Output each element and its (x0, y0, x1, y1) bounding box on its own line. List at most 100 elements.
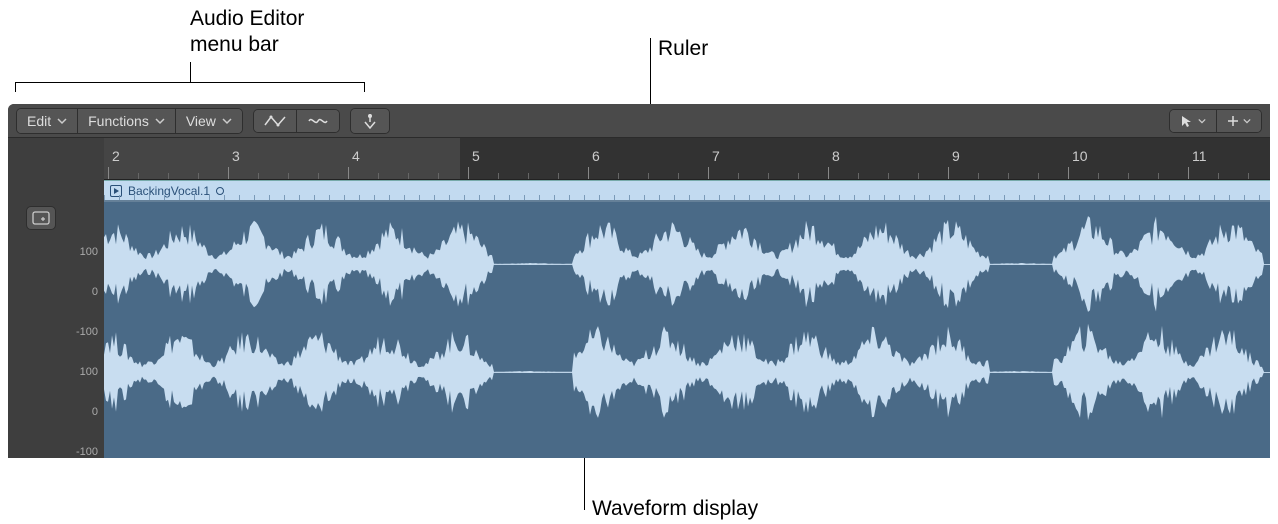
waveform-ch1 (104, 208, 1264, 320)
ruler-tick-minor (1158, 173, 1159, 179)
ruler-bar-label: 3 (232, 148, 240, 164)
pointer-tool-icon (1180, 114, 1194, 128)
chevron-down-icon (155, 116, 165, 126)
ruler-tick-minor (138, 173, 139, 179)
ruler-bar-label: 9 (952, 148, 960, 164)
ruler-bar-label: 11 (1192, 148, 1207, 164)
ruler-tick-minor (438, 173, 439, 179)
ruler-tick-minor (1218, 173, 1219, 179)
ruler-tick-minor (888, 173, 889, 179)
ruler-tick-major (228, 167, 229, 179)
ruler-bar-label: 10 (1072, 148, 1088, 164)
menu-edit-label: Edit (27, 113, 51, 129)
amplitude-scale: 100 0 -100 100 0 -100 (58, 246, 98, 458)
callout-waveform: Waveform display (592, 496, 758, 522)
waveform-display[interactable] (104, 200, 1270, 458)
ruler-tick-major (348, 167, 349, 179)
amp-label: 0 (58, 286, 98, 298)
secondary-tool[interactable] (1217, 110, 1261, 132)
amp-label: -100 (58, 326, 98, 338)
amp-label: 100 (58, 246, 98, 258)
ruler-bar-label: 4 (352, 148, 360, 164)
ruler-tick-major (708, 167, 709, 179)
callout-ruler: Ruler (658, 36, 708, 62)
ruler-tick-minor (618, 173, 619, 179)
amp-label: -100 (58, 446, 98, 458)
catch-playhead-button[interactable] (351, 109, 389, 133)
catch-playhead-icon (361, 113, 379, 129)
ruler-tick-major (468, 167, 469, 179)
ruler-tick-minor (678, 173, 679, 179)
ruler-tick-major (1068, 167, 1069, 179)
chevron-down-icon (222, 116, 232, 126)
ruler-tick-minor (378, 173, 379, 179)
ruler-tick-minor (1008, 173, 1009, 179)
ruler-tick-major (828, 167, 829, 179)
menu-view[interactable]: View (176, 109, 242, 133)
automation-button[interactable] (254, 110, 297, 132)
automation-curve-icon (264, 114, 286, 128)
ruler-bar-label: 6 (592, 148, 600, 164)
menu-group-main: Edit Functions View (16, 108, 243, 134)
flex-button[interactable] (297, 110, 339, 132)
ruler-tick-minor (558, 173, 559, 179)
menu-view-label: View (186, 113, 216, 129)
ruler-tick-minor (1128, 173, 1129, 179)
amp-label: 0 (58, 406, 98, 418)
ruler-tick-major (948, 167, 949, 179)
ruler-tick-major (588, 167, 589, 179)
audio-editor-menubar: Edit Functions View (8, 104, 1270, 138)
ruler-tick-major (1188, 167, 1189, 179)
menu-functions[interactable]: Functions (78, 109, 176, 133)
ruler-tick-minor (198, 173, 199, 179)
menu-group-catch (350, 108, 390, 134)
ruler-bar-label: 2 (112, 148, 120, 164)
ruler-tick-minor (798, 173, 799, 179)
amp-label: 100 (58, 366, 98, 378)
ruler-tick-minor (1038, 173, 1039, 179)
menu-group-modes (253, 109, 340, 133)
ruler-tick-minor (288, 173, 289, 179)
ruler-bar-label: 8 (832, 148, 840, 164)
ruler-tick-minor (978, 173, 979, 179)
ruler-bar-label: 5 (472, 148, 480, 164)
pointer-tool[interactable] (1170, 110, 1217, 132)
ruler-tick-minor (768, 173, 769, 179)
flex-icon (307, 114, 329, 128)
ruler-tick-minor (528, 173, 529, 179)
ruler-tick-major (108, 167, 109, 179)
ruler-tick-minor (1248, 173, 1249, 179)
callout-menubar: Audio Editor menu bar (190, 6, 304, 59)
audio-editor: Edit Functions View (8, 104, 1270, 458)
chevron-down-icon (1243, 117, 1251, 125)
menu-functions-label: Functions (88, 113, 149, 129)
menu-group-tools (1169, 109, 1262, 133)
inspector-toggle[interactable] (26, 206, 56, 230)
editor-body: 100 0 -100 100 0 -100 2 3 4 5 6 7 8 9 10 11 Backi… (8, 138, 1270, 458)
waveform-highlight (104, 200, 1270, 202)
plus-tool-icon (1227, 115, 1239, 127)
waveform-ch2 (104, 316, 1264, 428)
ruler-tick-minor (738, 173, 739, 179)
ruler-tick-minor (918, 173, 919, 179)
ruler[interactable]: 2 3 4 5 6 7 8 9 10 11 (104, 138, 1270, 180)
ruler-tick-minor (498, 173, 499, 179)
ruler-tick-minor (318, 173, 319, 179)
chevron-down-icon (1198, 117, 1206, 125)
chevron-down-icon (57, 116, 67, 126)
ruler-tick-minor (168, 173, 169, 179)
ruler-cycle-region (104, 138, 460, 179)
callout-menubar-stem (190, 62, 191, 82)
left-gutter: 100 0 -100 100 0 -100 (8, 138, 104, 458)
ruler-bar-label: 7 (712, 148, 720, 164)
menu-edit[interactable]: Edit (17, 109, 78, 133)
ruler-tick-minor (648, 173, 649, 179)
callout-menubar-bracket (15, 82, 365, 92)
ruler-tick-minor (408, 173, 409, 179)
region-header[interactable]: BackingVocal.1 (104, 180, 1270, 200)
ruler-tick-minor (1098, 173, 1099, 179)
track-area: 2 3 4 5 6 7 8 9 10 11 BackingVocal.1 (104, 138, 1270, 458)
ruler-tick-minor (858, 173, 859, 179)
ruler-tick-minor (258, 173, 259, 179)
panel-icon (32, 211, 50, 225)
